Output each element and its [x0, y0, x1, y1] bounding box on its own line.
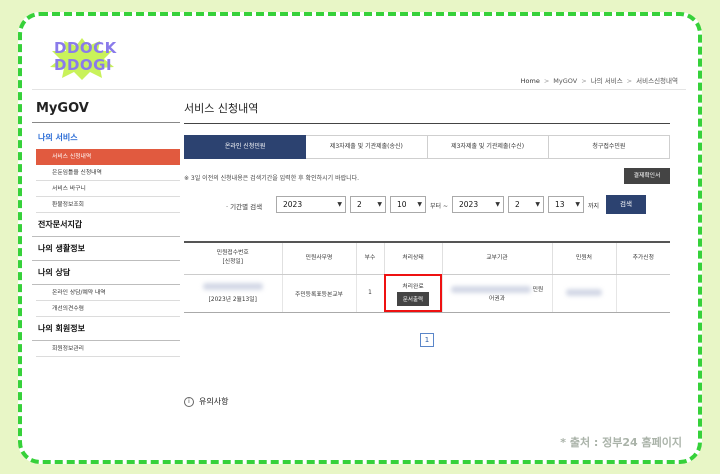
tab-online-application[interactable]: 온라인 신청민원	[184, 135, 307, 159]
sidebar: MyGOV 나의 서비스 서비스 신청내역 은둔임틀을 신청내역 서비스 바구니…	[32, 98, 180, 357]
cell-agency: 민원 어권과	[442, 274, 553, 313]
sidebar-service-list: 서비스 신청내역 은둔임틀을 신청내역 서비스 바구니 환불정보조회	[32, 149, 180, 213]
note-row: ※ 3일 이전의 신청내용은 검색기간을 입력한 후 확인하시기 바랍니다. 결…	[184, 167, 670, 189]
cell-additional	[616, 274, 670, 313]
sidebar-item-consult[interactable]: 나의 상담	[32, 261, 180, 285]
main-content: 서비스 신청내역 온라인 신청민원 제3자제출 및 기관제출(송신) 제3자제출…	[184, 98, 670, 347]
sidebar-item-feedback[interactable]: 개선의견수렴	[36, 301, 180, 317]
chevron-down-icon: ▼	[377, 201, 382, 208]
chevron-right-icon: >	[543, 77, 550, 85]
tab-third-party-receive[interactable]: 제3자제출 및 기관제출(수신)	[427, 135, 549, 159]
page-title: 서비스 신청내역	[184, 98, 670, 124]
sidebar-member-list: 회원정보관리	[32, 341, 180, 357]
sidebar-item-item2[interactable]: 은둔임틀을 신청내역	[36, 165, 180, 181]
date-search-row: · 기간별 검색 2023 ▼ 2 ▼ 10 ▼ 부터 ~ 2023 ▼ 2 ▼ 13 ▼ …	[184, 191, 670, 221]
chevron-down-icon: ▼	[575, 201, 580, 208]
to-year-select[interactable]: 2023 ▼	[452, 196, 504, 213]
tab-bar: 온라인 신청민원 제3자제출 및 기관제출(송신) 제3자제출 및 기관제출(수…	[184, 135, 670, 159]
payment-receipt-button[interactable]: 결제확인서	[624, 168, 670, 184]
breadcrumb-current[interactable]: 서비스신청내역	[636, 77, 678, 85]
sidebar-group-my-service[interactable]: 나의 서비스	[32, 123, 180, 149]
application-table: 민원접수번호 [신청일] 민원사무명 부수 처리상태 교부기관 민원처 추가신청 …	[184, 241, 670, 313]
agency-line2: 어권과	[489, 296, 505, 302]
to-month-value: 2	[515, 200, 520, 209]
sidebar-item-online-consult[interactable]: 온라인 상담/예약 내역	[36, 285, 180, 301]
source-credit: * 출처 : 정부24 홈페이지	[560, 436, 682, 449]
redacted-office	[566, 288, 602, 296]
sidebar-item-document-wallet[interactable]: 전자문서지갑	[32, 213, 180, 237]
cell-status: 처리완료 문서출력	[384, 274, 443, 313]
col-agency: 교부기관	[442, 242, 553, 275]
search-notice-text: ※ 3일 이전의 신청내용은 검색기간을 입력한 후 확인하시기 바랍니다.	[184, 175, 360, 182]
status-text: 처리완료	[402, 283, 424, 290]
chevron-down-icon: ▼	[337, 201, 342, 208]
to-month-select[interactable]: 2 ▼	[508, 196, 544, 213]
to-day-value: 13	[555, 200, 565, 209]
notice-section: i 유의사항	[184, 396, 228, 407]
cell-office	[552, 274, 617, 313]
col-receipt-number: 민원접수번호 [신청일]	[184, 242, 283, 275]
search-button[interactable]: 검색	[606, 195, 646, 214]
application-date: [2023년 2월13일]	[208, 297, 257, 303]
from-day-value: 10	[397, 200, 407, 209]
tab-claim-application[interactable]: 청구접수민원	[548, 135, 670, 159]
table-row: [2023년 2월13일] 주민등록표등본교부 1 처리완료 문서출력 민원 어…	[184, 274, 670, 313]
from-day-select[interactable]: 10 ▼	[390, 196, 426, 213]
col-additional: 추가신청	[616, 242, 670, 275]
col-copies: 부수	[356, 242, 385, 275]
agency-suffix: 민원	[532, 287, 544, 293]
page-1-button[interactable]: 1	[420, 332, 434, 347]
col-office: 민원처	[552, 242, 617, 275]
tab-third-party-send[interactable]: 제3자제출 및 기관제출(송신)	[306, 135, 428, 159]
sidebar-item-life-info[interactable]: 나의 생활정보	[32, 237, 180, 261]
logo-text-line1: DDOCK	[54, 39, 117, 57]
from-month-value: 2	[357, 200, 362, 209]
background-frame: DDOCK DDOGI Home > MyGOV > 나의 서비스 > 서비스신청내역 My…	[0, 0, 720, 474]
from-year-value: 2023	[283, 200, 303, 209]
cell-copies: 1	[356, 274, 385, 313]
breadcrumb-my-service[interactable]: 나의 서비스	[591, 77, 623, 85]
pagination: 1	[184, 327, 670, 347]
to-day-select[interactable]: 13 ▼	[548, 196, 584, 213]
screenshot-card: DDOCK DDOGI Home > MyGOV > 나의 서비스 > 서비스신청내역 My…	[18, 12, 702, 464]
sidebar-item-member-manage[interactable]: 회원정보관리	[36, 341, 180, 357]
sidebar-title: MyGOV	[36, 101, 89, 116]
print-document-button[interactable]: 문서출력	[396, 291, 430, 306]
cell-service-name[interactable]: 주민등록표등본교부	[282, 274, 357, 313]
chevron-down-icon: ▼	[535, 201, 540, 208]
sidebar-item-service-basket[interactable]: 서비스 바구니	[36, 181, 180, 197]
redacted-agency	[450, 286, 531, 293]
col-receipt-number-label: 민원접수번호 [신청일]	[216, 250, 249, 266]
chevron-right-icon: >	[626, 77, 633, 85]
col-service-name: 민원사무명	[282, 242, 357, 275]
from-year-select[interactable]: 2023 ▼	[276, 196, 346, 213]
chevron-right-icon: >	[581, 77, 587, 85]
sidebar-consult-list: 온라인 상담/예약 내역 개선의견수렴	[32, 285, 180, 317]
redacted-receipt-number	[202, 283, 263, 290]
sidebar-item-application-history[interactable]: 서비스 신청내역	[36, 149, 180, 165]
notice-title: 유의사항	[199, 397, 229, 406]
date-search-label: · 기간별 검색	[226, 203, 263, 211]
breadcrumb-home[interactable]: Home	[521, 77, 540, 85]
logo-text-line2: DDOGI	[54, 56, 113, 74]
from-month-select[interactable]: 2 ▼	[350, 196, 386, 213]
to-year-value: 2023	[459, 200, 479, 209]
chevron-down-icon: ▼	[495, 201, 500, 208]
sidebar-item-refund-info[interactable]: 환불정보조회	[36, 197, 180, 213]
info-icon: i	[184, 396, 194, 407]
from-suffix-text: 부터 ~	[430, 203, 448, 210]
cell-receipt-number: [2023년 2월13일]	[184, 274, 283, 313]
to-suffix-text: 까지	[588, 203, 600, 210]
breadcrumb-mygov[interactable]: MyGOV	[553, 77, 577, 85]
sidebar-item-member-info[interactable]: 나의 회원정보	[32, 317, 180, 341]
col-status: 처리상태	[384, 242, 443, 275]
table-header-row: 민원접수번호 [신청일] 민원사무명 부수 처리상태 교부기관 민원처 추가신청	[184, 242, 670, 275]
chevron-down-icon: ▼	[417, 201, 422, 208]
breadcrumb: Home > MyGOV > 나의 서비스 > 서비스신청내역	[32, 74, 686, 90]
